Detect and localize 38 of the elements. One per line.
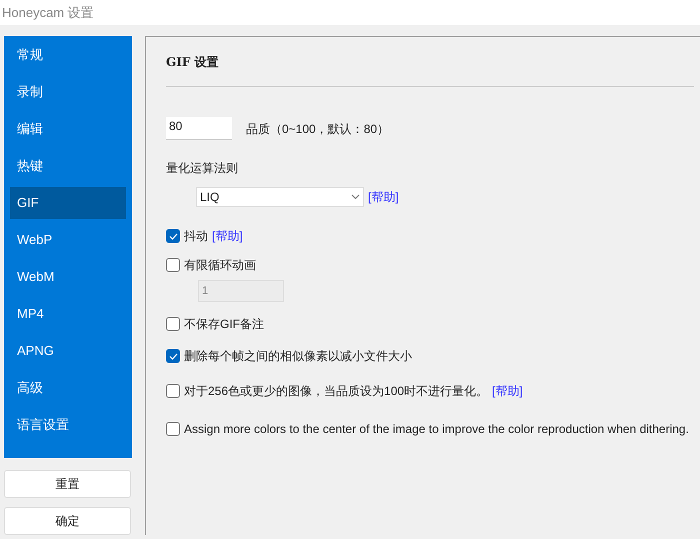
checkbox[interactable] xyxy=(166,229,180,243)
sidebar-item[interactable]: 常规 xyxy=(10,39,126,71)
panel-heading: GIF 设置 xyxy=(166,55,219,69)
algorithm-dropdown[interactable]: LIQ xyxy=(196,187,364,207)
loop-count-field: 1 xyxy=(198,280,284,302)
checkbox-label: 不保存GIF备注 xyxy=(184,316,264,333)
sidebar-item[interactable]: 录制 xyxy=(10,76,126,108)
checkbox-label: 抖动 xyxy=(184,228,208,245)
button[interactable]: 确定 xyxy=(4,507,131,535)
sidebar-item[interactable]: GIF xyxy=(10,187,126,219)
checkbox[interactable] xyxy=(166,317,180,331)
sidebar-item[interactable]: 热键 xyxy=(10,150,126,182)
help-link[interactable]: [帮助] xyxy=(368,188,399,206)
quality-label: 品质（0~100，默认：80） xyxy=(246,120,390,138)
checkbox-label: 删除每个帧之间的相似像素以减小文件大小 xyxy=(184,348,412,365)
checkmark-icon xyxy=(168,232,178,240)
quality-field[interactable]: 80 xyxy=(166,117,232,140)
checkbox[interactable] xyxy=(166,349,180,363)
sidebar-item[interactable]: WebP xyxy=(10,224,126,256)
checkbox[interactable] xyxy=(166,258,180,272)
sidebar-item[interactable]: 语言设置 xyxy=(10,409,126,441)
sidebar-item[interactable]: APNG xyxy=(10,335,126,367)
sidebar-item[interactable]: MP4 xyxy=(10,298,126,330)
checkmark-icon xyxy=(168,352,178,360)
algorithm-label: 量化运算法则 xyxy=(166,160,238,177)
checkbox-label: Assign more colors to the center of the image to improve the color reproduction when dithering. xyxy=(184,421,689,438)
checkbox[interactable] xyxy=(166,422,180,436)
checkbox-label: 对于256色或更少的图像，当品质设为100时不进行量化。 xyxy=(184,383,488,400)
sidebar-item[interactable]: 高级 xyxy=(10,372,126,404)
window-title: Honeycam 设置 xyxy=(2,4,94,22)
sidebar-item[interactable]: 编辑 xyxy=(10,113,126,145)
help-link[interactable]: [帮助] xyxy=(212,227,243,245)
sidebar-item[interactable]: WebM xyxy=(10,261,126,293)
chevron-down-icon xyxy=(351,194,360,200)
checkbox[interactable] xyxy=(166,384,180,398)
button[interactable]: 重置 xyxy=(4,470,131,498)
help-link[interactable]: [帮助] xyxy=(492,382,523,400)
checkbox-label: 有限循环动画 xyxy=(184,257,256,274)
